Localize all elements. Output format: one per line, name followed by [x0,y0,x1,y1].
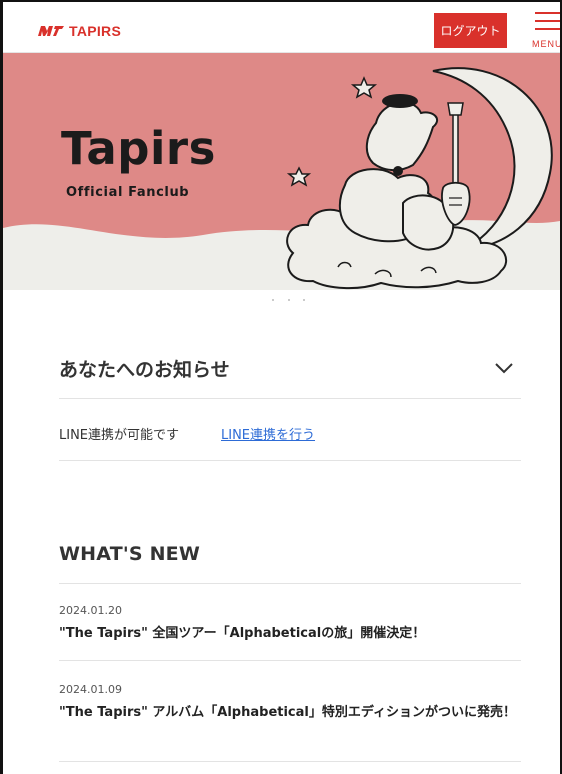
whats-new-heading: WHAT'S NEW [59,543,201,565]
divider [59,660,521,661]
news-date: 2024.01.20 [59,604,122,617]
divider [59,583,521,584]
logo-text: TAPIRS [69,23,122,39]
divider [59,460,521,461]
line-link[interactable]: LINE連携を行う [221,424,315,443]
carousel-dot[interactable] [272,299,274,301]
frame-top [0,0,562,2]
frame-left [0,0,3,774]
site-header: TAPIRS ログアウト MENU [3,2,562,53]
tapir-illustration [286,67,553,290]
carousel-dot[interactable] [303,299,305,301]
tapir-logo-icon [38,26,64,36]
divider [59,398,521,399]
site-logo[interactable]: TAPIRS [37,23,121,39]
hamburger-icon [535,12,560,14]
news-headline-link[interactable]: "The Tapirs" アルバム「Alphabetical」特別エディションが… [59,703,529,723]
line-status-text: LINE連携が可能です [59,428,180,443]
news-date: 2024.01.09 [59,683,122,696]
hamburger-bar [535,20,560,22]
hero-banner[interactable]: Tapirs Official Fanclub [3,53,560,290]
logout-button[interactable]: ログアウト [434,13,507,48]
news-headline-link[interactable]: "The Tapirs" 全国ツアー「Alphabeticalの旅」開催決定！ [59,624,529,644]
divider [59,761,521,762]
menu-button[interactable]: MENU [529,10,562,52]
hamburger-bar [535,28,560,30]
carousel-dot[interactable] [288,299,290,301]
chevron-down-icon[interactable] [493,360,515,376]
menu-label: MENU [532,39,562,49]
carousel-indicator[interactable] [0,299,562,305]
notice-heading: あなたへのお知らせ [59,359,230,381]
